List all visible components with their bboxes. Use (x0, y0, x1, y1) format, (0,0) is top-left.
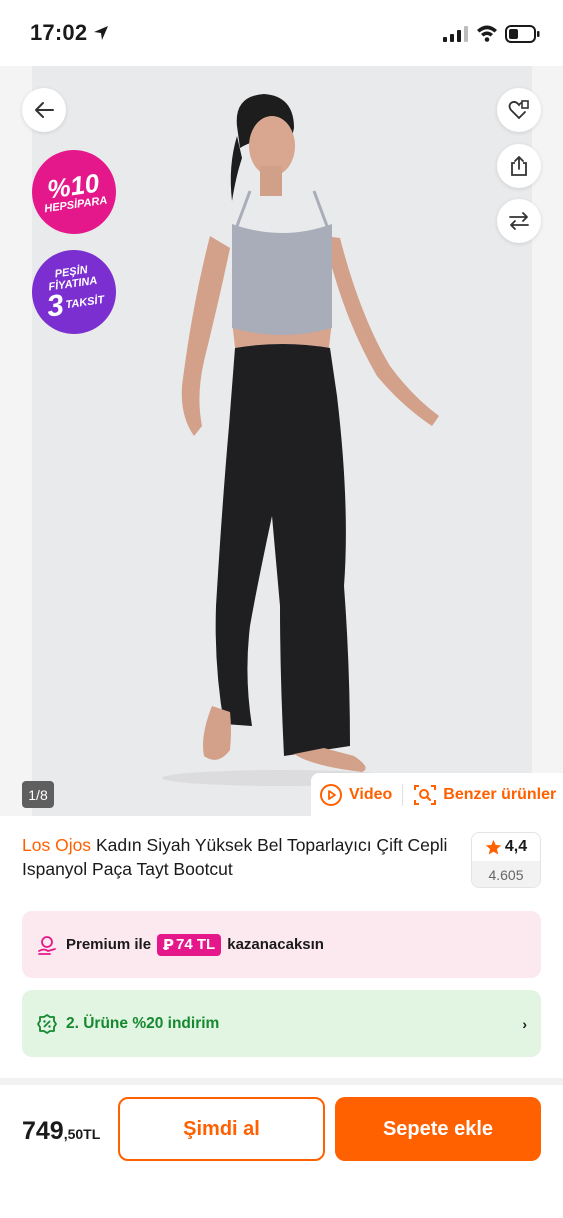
cellular-signal-icon (443, 26, 468, 42)
price-integer: 749 (22, 1117, 64, 1145)
product-title: Los Ojos Kadın Siyah Yüksek Bel Toparlay… (22, 833, 462, 881)
premium-amount-pill: Ꝑ 74 TL (157, 933, 222, 956)
premium-prefix: Premium ile (66, 936, 152, 953)
image-counter: 1/8 (22, 781, 54, 808)
installment-number: 3 (44, 288, 66, 324)
premium-amount: 74 TL (176, 936, 216, 953)
play-circle-icon (320, 783, 342, 806)
installment-label: TAKSİT (64, 293, 106, 312)
product-image-gallery[interactable]: %10 HEPSİPARA PEŞİN FİYATINA 3 TAKSİT 1/… (0, 66, 563, 816)
price-decimal: ,50TL (63, 1126, 101, 1142)
share-icon (511, 156, 527, 176)
add-to-cart-button[interactable]: Sepete ekle (335, 1097, 541, 1161)
arrow-left-icon (35, 102, 54, 118)
battery-icon (505, 25, 540, 43)
review-count: 4.605 (472, 861, 540, 887)
status-bar: 17:02 (0, 0, 563, 66)
hepsipara-p-icon: Ꝑ (163, 936, 175, 954)
location-arrow-icon (94, 26, 108, 40)
back-button[interactable] (22, 88, 66, 132)
video-label: Video (349, 785, 393, 803)
visual-search-icon (414, 784, 437, 805)
buy-now-button[interactable]: Şimdi al (118, 1097, 325, 1161)
compare-button[interactable] (497, 199, 541, 243)
star-icon (485, 839, 502, 855)
section-divider (0, 1078, 563, 1085)
rating-value-row: 4,4 (472, 833, 540, 861)
share-button[interactable] (497, 144, 541, 188)
media-bar: Video Benzer ürünler (311, 773, 563, 816)
video-button[interactable]: Video (319, 783, 392, 807)
chevron-right-icon: › (522, 1015, 527, 1032)
premium-coin-icon (38, 935, 56, 955)
compare-arrows-icon (509, 212, 529, 230)
discount-card[interactable]: 2. Ürüne %20 indirim › (22, 990, 541, 1057)
brand-link[interactable]: Los Ojos (22, 835, 91, 855)
rating-value: 4,4 (504, 838, 528, 855)
rating-box[interactable]: 4,4 4.605 (471, 832, 541, 888)
premium-suffix: kazanacaksın (227, 936, 324, 953)
premium-card[interactable]: Premium ile Ꝑ 74 TL kazanacaksın (22, 911, 541, 978)
price: 749,50TL (22, 1117, 100, 1146)
status-time: 17:02 (30, 20, 88, 45)
discount-text: 2. Ürüne %20 indirim (66, 1014, 220, 1032)
wifi-icon (477, 25, 497, 42)
discount-tag-icon (37, 1013, 57, 1034)
add-to-list-button[interactable] (497, 88, 541, 132)
media-divider (402, 783, 404, 806)
similar-products-label: Benzer ürünler (443, 785, 557, 803)
heart-list-icon (508, 100, 529, 119)
similar-products-button[interactable]: Benzer ürünler (413, 783, 556, 807)
